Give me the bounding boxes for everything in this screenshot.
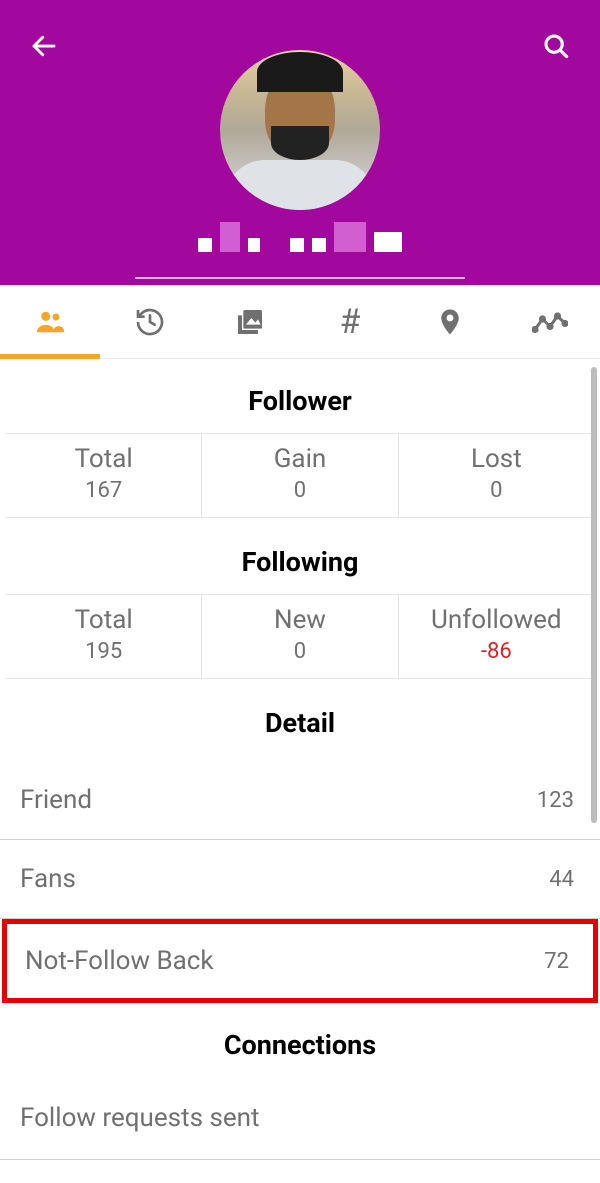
- scrollbar-thumb[interactable]: [591, 367, 597, 823]
- connections-blocked-row[interactable]: Accounts you blocked: [0, 1160, 600, 1183]
- follower-total-value: 167: [6, 478, 201, 503]
- following-unfollowed-value: -86: [399, 639, 594, 664]
- follower-gain-cell[interactable]: Gain 0: [202, 434, 398, 517]
- following-stats: Total 195 New 0 Unfollowed -86: [6, 594, 594, 679]
- follower-lost-cell[interactable]: Lost 0: [399, 434, 594, 517]
- following-unfollowed-cell[interactable]: Unfollowed -86: [399, 595, 594, 678]
- follower-gain-label: Gain: [202, 444, 397, 474]
- avatar[interactable]: [220, 50, 380, 210]
- tab-history[interactable]: [100, 285, 200, 358]
- hashtag-icon: #: [340, 302, 361, 342]
- detail-list: Friend 123 Fans 44 Not-Follow Back 72: [0, 761, 600, 1003]
- not-follow-back-highlight: Not-Follow Back 72: [2, 919, 598, 1003]
- following-total-cell[interactable]: Total 195: [6, 595, 202, 678]
- following-title: Following: [0, 520, 600, 594]
- detail-notfollowback-row[interactable]: Not-Follow Back 72: [7, 924, 593, 998]
- following-new-value: 0: [202, 639, 397, 664]
- follower-gain-value: 0: [202, 478, 397, 503]
- follower-lost-value: 0: [399, 478, 594, 503]
- follower-lost-label: Lost: [399, 444, 594, 474]
- tab-people[interactable]: [0, 285, 100, 358]
- following-total-label: Total: [6, 605, 201, 635]
- username-redacted: [0, 222, 600, 252]
- follower-title: Follower: [0, 359, 600, 433]
- gallery-icon: [234, 306, 266, 338]
- tab-activity[interactable]: [500, 285, 600, 358]
- tab-gallery[interactable]: [200, 285, 300, 358]
- activity-icon: [532, 308, 568, 336]
- search-button[interactable]: [538, 28, 574, 64]
- detail-fans-label: Fans: [20, 864, 76, 894]
- following-new-cell[interactable]: New 0: [202, 595, 398, 678]
- following-total-value: 195: [6, 639, 201, 664]
- location-icon: [435, 305, 465, 339]
- people-icon: [33, 305, 67, 339]
- connections-title: Connections: [0, 1003, 600, 1077]
- tab-location[interactable]: [400, 285, 500, 358]
- detail-friend-value: 123: [537, 788, 574, 813]
- search-icon: [541, 31, 571, 61]
- detail-notfollowback-label: Not-Follow Back: [25, 946, 214, 976]
- back-button[interactable]: [26, 28, 62, 64]
- app-header: [0, 0, 600, 285]
- detail-fans-value: 44: [549, 867, 574, 892]
- history-icon: [134, 306, 166, 338]
- tab-hashtag[interactable]: #: [300, 285, 400, 358]
- detail-fans-row[interactable]: Fans 44: [0, 840, 600, 919]
- follower-stats: Total 167 Gain 0 Lost 0: [6, 433, 594, 518]
- name-underline: [135, 277, 465, 279]
- following-unfollowed-label: Unfollowed: [399, 605, 594, 635]
- detail-friend-row[interactable]: Friend 123: [0, 761, 600, 840]
- detail-title: Detail: [0, 681, 600, 755]
- tab-bar: #: [0, 285, 600, 359]
- follower-total-label: Total: [6, 444, 201, 474]
- following-new-label: New: [202, 605, 397, 635]
- back-arrow-icon: [29, 31, 59, 61]
- follower-total-cell[interactable]: Total 167: [6, 434, 202, 517]
- detail-notfollowback-value: 72: [544, 949, 569, 974]
- connections-requests-label: Follow requests sent: [20, 1103, 260, 1133]
- connections-list: Follow requests sent Accounts you blocke…: [0, 1077, 600, 1183]
- content-scroll[interactable]: Follower Total 167 Gain 0 Lost 0 Followi…: [0, 359, 600, 1183]
- connections-requests-row[interactable]: Follow requests sent: [0, 1077, 600, 1160]
- detail-friend-label: Friend: [20, 785, 92, 815]
